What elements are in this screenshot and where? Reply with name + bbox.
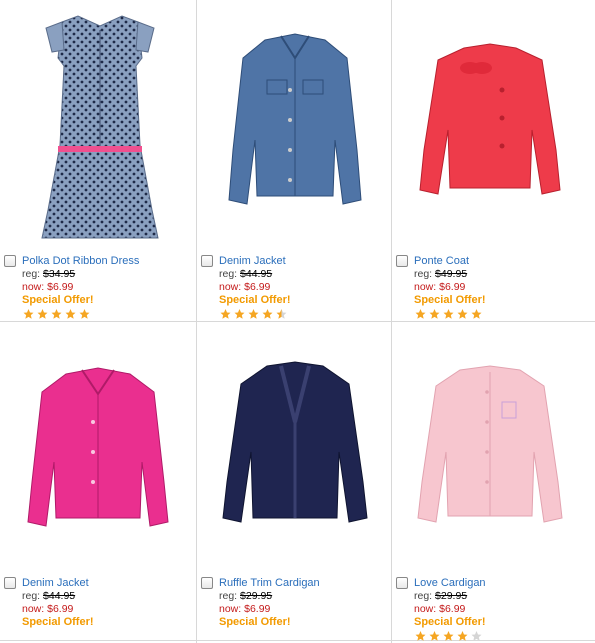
product-image-pink-denim-jacket[interactable] bbox=[0, 322, 196, 572]
special-offer-label: Special Offer! bbox=[414, 294, 486, 306]
now-label: now: bbox=[414, 603, 437, 615]
star-icon bbox=[37, 309, 48, 319]
now-price: $6.99 bbox=[47, 603, 74, 615]
star-icon bbox=[234, 309, 245, 319]
product-name-link[interactable]: Love Cardigan bbox=[414, 577, 486, 589]
star-rating bbox=[22, 308, 192, 320]
star-icon bbox=[471, 309, 482, 319]
product-card: Polka Dot Ribbon Dress reg: $34.95 now: … bbox=[0, 0, 196, 320]
product-image-denim-jacket[interactable] bbox=[197, 0, 393, 250]
compare-checkbox[interactable] bbox=[201, 577, 213, 589]
star-icon bbox=[457, 631, 468, 641]
compare-checkbox[interactable] bbox=[201, 255, 213, 267]
star-icon bbox=[443, 631, 454, 641]
product-name-link[interactable]: Denim Jacket bbox=[22, 577, 89, 589]
product-name-link[interactable]: Ponte Coat bbox=[414, 255, 469, 267]
star-rating bbox=[414, 630, 584, 642]
reg-price: $29.95 bbox=[240, 590, 273, 602]
special-offer-label: Special Offer! bbox=[219, 294, 291, 306]
star-icon bbox=[457, 309, 468, 319]
star-icon bbox=[429, 309, 440, 319]
product-image-ponte-coat[interactable] bbox=[392, 0, 588, 250]
reg-label: reg: bbox=[22, 268, 41, 280]
now-price: $6.99 bbox=[439, 603, 466, 615]
product-card: Ruffle Trim Cardigan reg: $29.95 now: $6… bbox=[197, 322, 393, 642]
reg-label: reg: bbox=[219, 590, 238, 602]
product-name-link[interactable]: Denim Jacket bbox=[219, 255, 286, 267]
special-offer-label: Special Offer! bbox=[414, 616, 486, 628]
now-price: $6.99 bbox=[244, 281, 271, 293]
now-label: now: bbox=[219, 281, 242, 293]
reg-price: $49.95 bbox=[435, 268, 468, 280]
star-icon bbox=[262, 309, 273, 319]
reg-price: $44.95 bbox=[43, 590, 76, 602]
star-icon bbox=[429, 631, 440, 641]
star-icon bbox=[248, 309, 259, 319]
compare-checkbox[interactable] bbox=[396, 577, 408, 589]
star-rating bbox=[414, 308, 584, 320]
star-icon bbox=[415, 631, 426, 641]
reg-label: reg: bbox=[219, 268, 238, 280]
now-price: $6.99 bbox=[244, 603, 271, 615]
star-icon bbox=[51, 309, 62, 319]
now-label: now: bbox=[219, 603, 242, 615]
star-icon bbox=[443, 309, 454, 319]
compare-checkbox[interactable] bbox=[4, 255, 16, 267]
star-icon bbox=[220, 309, 231, 319]
product-image-love-cardigan[interactable] bbox=[392, 322, 588, 572]
special-offer-label: Special Offer! bbox=[219, 616, 291, 628]
star-icon bbox=[471, 631, 482, 641]
product-card: Love Cardigan reg: $29.95 now: $6.99 Spe… bbox=[392, 322, 588, 642]
star-icon bbox=[23, 309, 34, 319]
star-icon bbox=[276, 309, 287, 319]
star-icon bbox=[79, 309, 90, 319]
reg-label: reg: bbox=[22, 590, 41, 602]
product-grid: Polka Dot Ribbon Dress reg: $34.95 now: … bbox=[0, 0, 595, 643]
now-price: $6.99 bbox=[439, 281, 466, 293]
compare-checkbox[interactable] bbox=[396, 255, 408, 267]
now-label: now: bbox=[22, 603, 45, 615]
special-offer-label: Special Offer! bbox=[22, 294, 94, 306]
special-offer-label: Special Offer! bbox=[22, 616, 94, 628]
reg-price: $29.95 bbox=[435, 590, 468, 602]
product-card: Ponte Coat reg: $49.95 now: $6.99 Specia… bbox=[392, 0, 588, 320]
reg-price: $34.95 bbox=[43, 268, 76, 280]
product-image-polka-dot-dress[interactable] bbox=[0, 0, 196, 250]
star-icon bbox=[415, 309, 426, 319]
now-label: now: bbox=[22, 281, 45, 293]
reg-price: $44.95 bbox=[240, 268, 273, 280]
now-price: $6.99 bbox=[47, 281, 74, 293]
product-card: Denim Jacket reg: $44.95 now: $6.99 Spec… bbox=[197, 0, 393, 320]
star-rating bbox=[219, 308, 389, 320]
product-name-link[interactable]: Polka Dot Ribbon Dress bbox=[22, 255, 139, 267]
product-name-link[interactable]: Ruffle Trim Cardigan bbox=[219, 577, 320, 589]
product-image-ruffle-cardigan[interactable] bbox=[197, 322, 393, 572]
reg-label: reg: bbox=[414, 268, 433, 280]
star-icon bbox=[65, 309, 76, 319]
now-label: now: bbox=[414, 281, 437, 293]
product-card: Denim Jacket reg: $44.95 now: $6.99 Spec… bbox=[0, 322, 196, 642]
compare-checkbox[interactable] bbox=[4, 577, 16, 589]
reg-label: reg: bbox=[414, 590, 433, 602]
